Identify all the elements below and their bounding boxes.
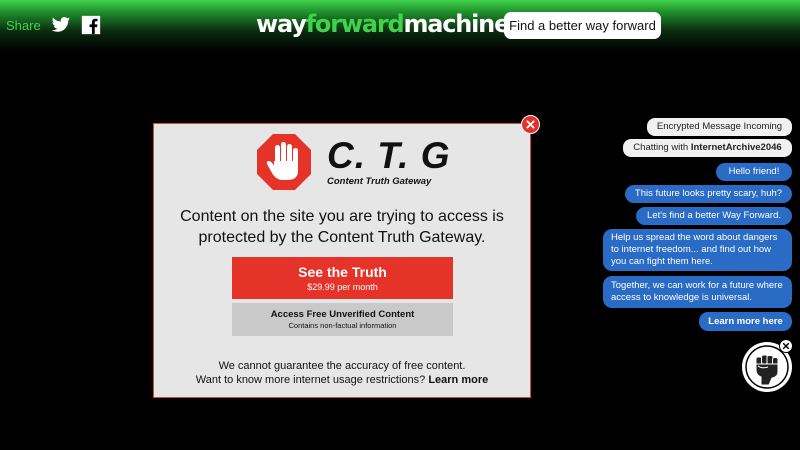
brand-logo[interactable]: wayforwardmachine — [256, 10, 510, 38]
chat-message: Help us spread the word about dangers to… — [603, 229, 792, 271]
close-icon[interactable] — [521, 115, 540, 134]
brand-right: machine — [403, 10, 510, 38]
close-icon[interactable] — [779, 339, 793, 353]
modal-message: Content on the site you are trying to ac… — [180, 208, 504, 246]
twitter-icon[interactable] — [51, 15, 71, 35]
chat-message: Together, we can work for a future where… — [603, 276, 792, 308]
share-label: Share — [6, 17, 41, 33]
footer-question: Want to know more internet usage restric… — [195, 374, 426, 386]
chat-message: Hello friend! — [716, 163, 792, 181]
footer-line1: We cannot guarantee the accuracy of free… — [218, 360, 466, 372]
see-the-truth-label: See the Truth — [298, 263, 387, 280]
chatting-prefix: Chatting with — [633, 142, 689, 153]
facebook-icon[interactable] — [81, 15, 101, 35]
find-better-way-button[interactable]: Find a better way forward — [504, 12, 661, 39]
learn-more-button[interactable]: Learn more here — [699, 312, 792, 331]
free-content-button[interactable]: Access Free Unverified Content Contains … — [232, 303, 453, 336]
share-bar: Share — [6, 15, 101, 35]
chat-message: Let's find a better Way Forward. — [636, 207, 792, 225]
learn-more-link[interactable]: Learn more — [428, 374, 488, 386]
see-the-truth-button[interactable]: See the Truth $29.99 per month — [232, 257, 453, 299]
brand-left: way — [256, 10, 307, 38]
free-content-sublabel: Contains non-factual information — [288, 320, 397, 330]
stop-hand-icon — [257, 134, 311, 190]
ctg-title: C. T. G — [327, 135, 451, 176]
brand-mid: forward — [305, 10, 405, 38]
chat-status: Encrypted Message Incoming — [647, 118, 792, 136]
price-label: $29.99 per month — [307, 281, 378, 292]
free-content-label: Access Free Unverified Content — [270, 308, 415, 320]
chat-message: This future looks pretty scary, huh? — [625, 185, 792, 203]
chat-partner: Chatting with InternetArchive2046 — [623, 139, 792, 157]
modal-footer: We cannot guarantee the accuracy of free… — [153, 359, 531, 387]
footer-line2: Want to know more internet usage restric… — [153, 373, 531, 387]
ctg-subtitle: Content Truth Gateway — [327, 176, 432, 187]
chatting-name: InternetArchive2046 — [690, 142, 782, 153]
